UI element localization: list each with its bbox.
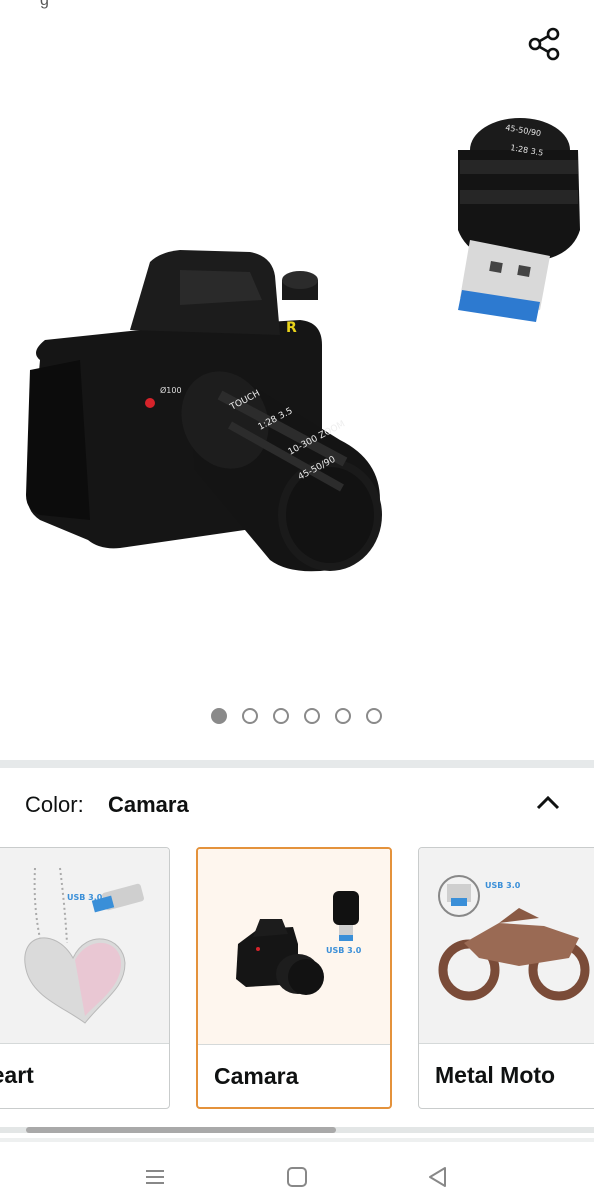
svg-text:R: R: [286, 320, 297, 336]
color-swatch-heart[interactable]: USB 3.0 Heart: [0, 847, 170, 1109]
back-button[interactable]: [418, 1160, 458, 1194]
swatch-label-camara: Camara: [214, 1063, 299, 1089]
swatch-scroll-thumb[interactable]: [26, 1127, 336, 1133]
recent-apps-button[interactable]: [135, 1160, 175, 1194]
carousel-dot-5[interactable]: [334, 708, 351, 724]
camera-image: Ø100 R TOUCH 1:28 3.5 10-300 ZOOM 45-50/…: [26, 250, 382, 572]
svg-text:Ø100: Ø100: [160, 385, 182, 395]
color-swatch-camara[interactable]: USB 3.0 Camara: [196, 847, 392, 1109]
bottom-divider: [0, 1138, 594, 1142]
swatch-label-metal-moto: Metal Moto: [435, 1062, 556, 1088]
badge-usb-heart: USB 3.0: [67, 893, 103, 902]
carousel-dot-1[interactable]: [210, 708, 227, 724]
swatch-image-heart: USB 3.0: [0, 848, 169, 1044]
home-button[interactable]: [277, 1160, 317, 1194]
collapse-button[interactable]: [530, 784, 566, 820]
share-icon: [528, 27, 560, 61]
share-button[interactable]: [522, 22, 566, 66]
selected-color-value: Camara: [108, 792, 189, 817]
carousel-indicator: [0, 708, 594, 726]
system-navigation-bar: [0, 1150, 594, 1200]
product-image-camera-usb: 45-50/90 1:28 3.5 Ø100 R TOUCH 1:28 3.5 …: [26, 118, 580, 572]
product-page: g 45-50/90 1:28 3.5 Ø100 R TOUCH 1:28 3.…: [0, 0, 594, 1200]
color-swatch-metal-moto[interactable]: USB 3.0 Metal Moto: [418, 847, 594, 1109]
carousel-dot-6[interactable]: [365, 708, 382, 724]
badge-usb-camara: USB 3.0: [326, 946, 362, 955]
back-triangle-icon: [429, 1167, 446, 1187]
carousel-dot-4[interactable]: [303, 708, 320, 724]
swatch-label-heart: Heart: [0, 1062, 34, 1088]
section-divider: [0, 760, 594, 768]
swatch-image-camara: USB 3.0: [198, 849, 390, 1045]
usb-stick-image: 45-50/90 1:28 3.5: [458, 118, 580, 322]
color-label: Color:: [25, 792, 84, 817]
chevron-up-icon: [536, 795, 560, 810]
swatch-image-metal-moto: USB 3.0: [419, 848, 594, 1044]
home-square-icon: [287, 1167, 307, 1187]
color-selector-header[interactable]: Color: Camara: [0, 768, 594, 844]
badge-usb-moto: USB 3.0: [485, 881, 521, 890]
product-image-carousel[interactable]: 45-50/90 1:28 3.5 Ø100 R TOUCH 1:28 3.5 …: [0, 0, 594, 700]
carousel-dot-3[interactable]: [272, 708, 289, 724]
carousel-dot-2[interactable]: [241, 708, 258, 724]
recent-apps-icon: [146, 1170, 164, 1184]
